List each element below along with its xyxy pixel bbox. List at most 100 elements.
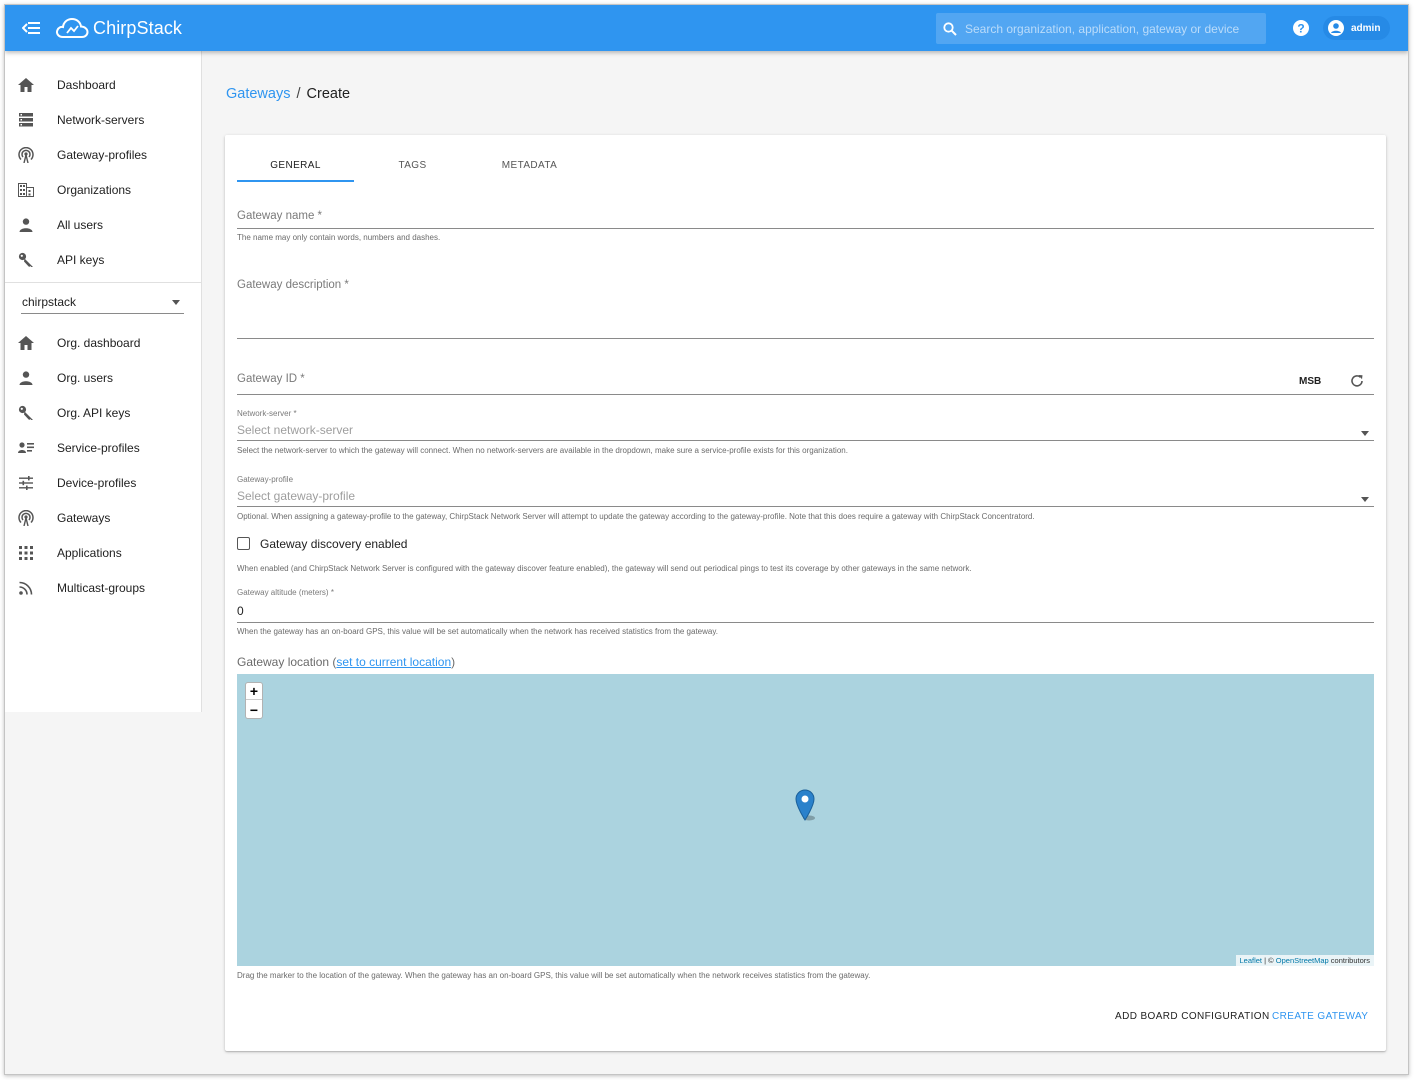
sidebar-item-label: Org. API keys [57, 405, 131, 420]
radio-tower-icon [17, 509, 35, 527]
gateway-altitude-input[interactable] [237, 602, 1374, 620]
search-box[interactable] [936, 13, 1266, 44]
home-icon [17, 76, 35, 94]
map-marker-icon[interactable] [794, 789, 816, 821]
map-attribution: Leaflet | © OpenStreetMap contributors [1235, 955, 1374, 966]
attribution-separator: | © [1262, 956, 1276, 965]
key-icon [17, 251, 35, 269]
zoom-out-button[interactable]: − [246, 701, 262, 718]
gateway-altitude-helper: When the gateway has an on-board GPS, th… [237, 627, 718, 636]
sidebar-item-label: API keys [57, 252, 105, 267]
tab-general[interactable]: GENERAL [237, 149, 354, 182]
sidebar-item-label: Network-servers [57, 112, 145, 127]
breadcrumb-link-gateways[interactable]: Gateways [226, 86, 290, 102]
gateway-discovery-checkbox[interactable] [237, 537, 250, 550]
sidebar-item-all-users[interactable]: All users [5, 207, 201, 242]
server-icon [17, 111, 35, 129]
gateway-profile-label: Gateway-profile [237, 475, 294, 484]
sidebar-item-applications[interactable]: Applications [5, 535, 201, 570]
organization-select[interactable]: chirpstack [21, 291, 184, 314]
sidebar-item-multicast-groups[interactable]: Multicast-groups [5, 570, 201, 605]
leaflet-link[interactable]: Leaflet [1240, 956, 1263, 965]
gateway-location-label-end: ) [451, 655, 456, 669]
gateway-name-helper: The name may only contain words, numbers… [237, 233, 441, 242]
sidebar-item-org-api-keys[interactable]: Org. API keys [5, 395, 201, 430]
gateway-description-input[interactable] [237, 299, 1374, 337]
sidebar-item-gateways[interactable]: Gateways [5, 500, 201, 535]
app-window: ChirpStack ? admin D [4, 4, 1409, 1075]
gateway-profile-helper: Optional. When assigning a gateway-profi… [237, 512, 1035, 521]
sidebar-item-org-dashboard[interactable]: Org. dashboard [5, 325, 201, 360]
sidebar-item-label: Device-profiles [57, 475, 137, 490]
gateway-location-label-text: Gateway location ( [237, 655, 337, 669]
attribution-contributors: contributors [1328, 956, 1370, 965]
sidebar-item-network-servers[interactable]: Network-servers [5, 102, 201, 137]
svg-text:?: ? [1297, 22, 1304, 36]
sidebar-item-label: Dashboard [57, 77, 116, 92]
byte-order-toggle[interactable]: MSB [1299, 376, 1321, 387]
key-icon [17, 404, 35, 422]
gateway-description-underline [237, 338, 1374, 339]
sidebar-item-label: Gateways [57, 510, 111, 525]
account-circle-icon [1328, 20, 1344, 36]
search-input[interactable] [965, 21, 1255, 36]
gateway-location-helper: Drag the marker to the location of the g… [237, 971, 871, 980]
map-zoom-control: + − [245, 682, 263, 719]
cloud-logo-icon [56, 17, 89, 38]
gateway-id-underline [237, 394, 1374, 395]
location-map[interactable]: + − Leaflet | © OpenStreetMap contributo… [237, 674, 1374, 966]
menu-collapse-icon[interactable] [19, 16, 43, 40]
add-board-configuration-button[interactable]: ADD BOARD CONFIGURATION [1115, 1011, 1270, 1022]
sidebar-item-label: Gateway-profiles [57, 147, 148, 162]
app-logo[interactable]: ChirpStack [55, 13, 182, 43]
sidebar-item-label: Org. dashboard [57, 335, 141, 350]
sidebar: Dashboard Network-servers Gateway-profil… [5, 51, 202, 712]
sidebar-item-service-profiles[interactable]: Service-profiles [5, 430, 201, 465]
top-app-bar: ChirpStack ? admin [5, 5, 1408, 51]
sidebar-item-dashboard[interactable]: Dashboard [5, 67, 201, 102]
chevron-down-icon[interactable] [1361, 497, 1369, 502]
organization-select-value: chirpstack [22, 295, 77, 309]
gateway-form-card: GENERAL TAGS METADATA Gateway name * The… [225, 135, 1386, 1051]
home-icon [17, 334, 35, 352]
search-icon [943, 21, 957, 36]
user-menu-button[interactable]: admin [1323, 16, 1391, 40]
rss-icon [17, 579, 35, 597]
refresh-icon[interactable] [1349, 373, 1365, 389]
breadcrumb-separator: / [296, 86, 301, 102]
help-circle-icon[interactable]: ? [1291, 18, 1311, 38]
create-gateway-button[interactable]: CREATE GATEWAY [1272, 1011, 1368, 1022]
sidebar-item-label: All users [57, 217, 104, 232]
gateway-discovery-label: Gateway discovery enabled [260, 537, 408, 551]
gateway-profile-underline [237, 506, 1374, 507]
gateway-name-input[interactable] [237, 209, 1374, 227]
tab-metadata[interactable]: METADATA [471, 149, 588, 182]
tab-tags[interactable]: TAGS [354, 149, 471, 182]
app-name: ChirpStack [93, 17, 183, 38]
account-icon [17, 216, 35, 234]
set-current-location-link[interactable]: set to current location [336, 655, 451, 669]
gateway-profile-select[interactable]: Select gateway-profile [237, 489, 355, 503]
gateway-location-label: Gateway location (set to current locatio… [237, 655, 455, 669]
gateway-id-input[interactable] [237, 372, 1277, 390]
chevron-down-icon [172, 300, 180, 305]
account-details-icon [17, 439, 35, 457]
chevron-down-icon[interactable] [1361, 431, 1369, 436]
zoom-in-button[interactable]: + [246, 683, 262, 700]
network-server-underline [237, 440, 1374, 441]
gateway-discovery-helper: When enabled (and ChirpStack Network Ser… [237, 564, 972, 573]
sidebar-item-api-keys[interactable]: API keys [5, 242, 201, 277]
sidebar-item-gateway-profiles[interactable]: Gateway-profiles [5, 137, 201, 172]
sidebar-item-label: Applications [57, 545, 122, 560]
account-icon [17, 369, 35, 387]
breadcrumb: Gateways / Create [226, 86, 350, 102]
sidebar-item-org-users[interactable]: Org. users [5, 360, 201, 395]
sidebar-item-organizations[interactable]: Organizations [5, 172, 201, 207]
network-server-label: Network-server * [237, 409, 297, 418]
active-tab-indicator [237, 180, 354, 182]
network-server-select[interactable]: Select network-server [237, 423, 353, 437]
page-title: Create [306, 86, 351, 102]
openstreetmap-link[interactable]: OpenStreetMap [1276, 956, 1329, 965]
sidebar-item-device-profiles[interactable]: Device-profiles [5, 465, 201, 500]
sidebar-divider [5, 282, 201, 283]
